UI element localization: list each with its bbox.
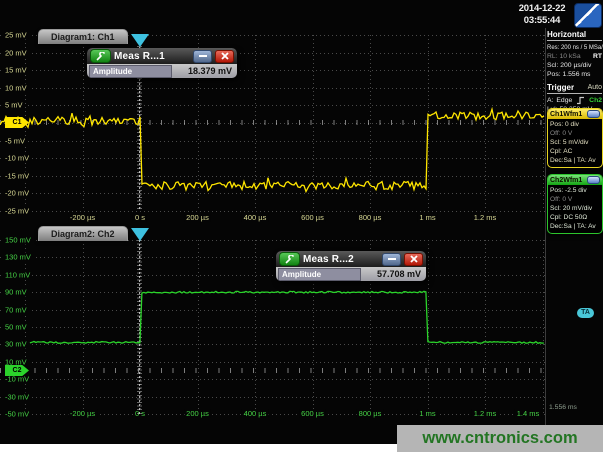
wrench-settings-button[interactable] — [90, 49, 111, 63]
meas1-window-title: Meas R...1 — [114, 51, 190, 62]
Ch1Wfm1-trace — [0, 109, 544, 191]
meas1-title-bar[interactable]: Meas R...1 — [87, 48, 237, 64]
tab-diagram2[interactable]: Diagram2: Ch2 — [38, 226, 128, 241]
wrench-icon — [284, 255, 296, 264]
meas-result-window-2[interactable]: Meas R...2 Amplitude 57.708 mV — [276, 251, 426, 281]
watermark: www.cntronics.com — [397, 425, 603, 452]
tab-diagram1[interactable]: Diagram1: Ch1 — [38, 29, 128, 44]
meas1-value: 18.379 mV — [188, 66, 235, 76]
meas2-parameter-label: Amplitude — [278, 268, 361, 281]
oscilloscope-screen: 25 mV20 mV15 mV10 mV5 mV-5 mV-10 mV-15 m… — [0, 0, 603, 444]
meas2-value: 57.708 mV — [377, 269, 424, 279]
trigger-position-marker-diagram1[interactable] — [131, 34, 149, 47]
meas1-parameter-label: Amplitude — [89, 65, 172, 78]
close-icon — [221, 52, 229, 60]
minimize-icon — [388, 258, 396, 260]
close-button[interactable] — [215, 50, 234, 63]
close-icon — [410, 255, 418, 263]
minimize-button[interactable] — [193, 50, 212, 63]
wrench-settings-button[interactable] — [279, 252, 300, 266]
page: 25 mV20 mV15 mV10 mV5 mV-5 mV-10 mV-15 m… — [0, 0, 603, 452]
Ch2Wfm1-trace — [30, 291, 544, 343]
meas-result-window-1[interactable]: Meas R...1 Amplitude 18.379 mV — [87, 48, 237, 78]
meas2-body: Amplitude 57.708 mV — [276, 267, 426, 281]
wrench-icon — [95, 52, 107, 61]
meas2-window-title: Meas R...2 — [303, 254, 379, 265]
minimize-icon — [199, 55, 207, 57]
meas1-body: Amplitude 18.379 mV — [87, 64, 237, 78]
trigger-position-marker-diagram2[interactable] — [131, 228, 149, 241]
meas2-title-bar[interactable]: Meas R...2 — [276, 251, 426, 267]
minimize-button[interactable] — [382, 253, 401, 266]
close-button[interactable] — [404, 253, 423, 266]
